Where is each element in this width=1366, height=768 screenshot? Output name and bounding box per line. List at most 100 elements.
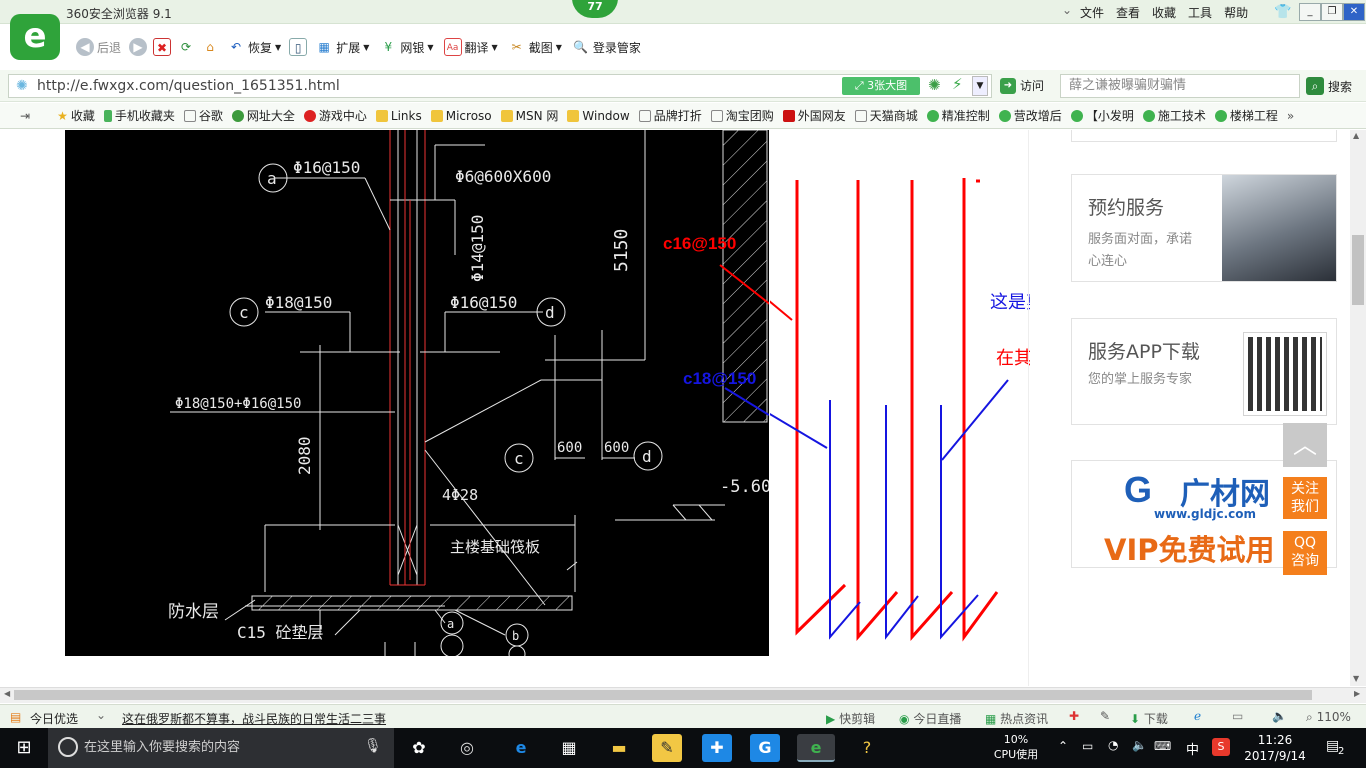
tray-chevron-icon[interactable]: ⌃ xyxy=(1058,739,1068,753)
clock[interactable]: 11:26 2017/9/14 xyxy=(1240,732,1310,764)
bookmark-item[interactable]: 【小发明 xyxy=(1070,107,1134,124)
sogou-icon[interactable]: S xyxy=(1212,738,1230,756)
home-icon[interactable]: ⌂ xyxy=(201,38,219,56)
bookmark-item[interactable]: 谷歌 xyxy=(183,107,223,124)
extend-button[interactable]: ▦ 扩展 ▼ xyxy=(313,35,371,59)
bookmark-item[interactable]: Links xyxy=(375,109,422,123)
cad-spec-c: Φ18@150 xyxy=(265,293,332,312)
news-button[interactable]: ▦ 热点资讯 xyxy=(985,710,1048,727)
address-dropdown-button[interactable]: ▼ xyxy=(972,76,988,96)
scroll-left-icon[interactable]: ◀ xyxy=(4,689,10,698)
app-help-icon[interactable]: ? xyxy=(852,734,882,762)
minimize-button[interactable]: _ xyxy=(1299,3,1321,21)
clip-button[interactable]: ▶ 快剪辑 xyxy=(826,710,875,727)
visit-button[interactable]: ➜ 访问 xyxy=(1000,77,1044,94)
app-g-icon[interactable]: G xyxy=(750,734,780,762)
app-store-icon[interactable]: ▦ xyxy=(554,734,584,762)
bookmark-item[interactable]: MSN 网 xyxy=(500,107,558,124)
taskbar-search-input[interactable]: 在这里输入你要搜索的内容 xyxy=(48,728,394,768)
app-card[interactable]: 服务APP下载 您的掌上服务专家 xyxy=(1071,318,1337,425)
app-360-browser-icon[interactable]: e xyxy=(797,734,835,762)
bookmark-item[interactable]: Microso xyxy=(430,109,492,123)
compat-icon[interactable]: ✺ xyxy=(928,76,941,94)
security-badge[interactable]: 77 xyxy=(572,0,618,18)
chevron-down-icon[interactable]: ⌄ xyxy=(96,708,106,722)
scroll-right-icon[interactable]: ▶ xyxy=(1354,689,1360,698)
web-page: a c d c d a b Φ16@150 Φ6@600X600 Φ14@150… xyxy=(0,130,1350,686)
today-pick-label[interactable]: 今日优选 xyxy=(30,710,78,727)
forward-icon[interactable]: ▶ xyxy=(129,38,148,56)
app-cortana-icon[interactable]: ✿ xyxy=(404,734,434,762)
bookmark-item[interactable]: 手机收藏夹 xyxy=(103,107,175,124)
back-to-top-button[interactable]: ︿ xyxy=(1283,423,1327,467)
live-button[interactable]: ◉ 今日直播 xyxy=(899,710,961,727)
translate-button[interactable]: Aa 翻译 ▼ xyxy=(442,35,500,59)
scroll-down-icon[interactable]: ▼ xyxy=(1353,674,1359,683)
shield-icon[interactable]: ✚ xyxy=(1069,709,1079,723)
headline-link[interactable]: 这在俄罗斯都不算事，战斗民族的日常生活二三事 xyxy=(122,710,386,727)
lightning-icon[interactable]: ⚡ xyxy=(952,75,963,93)
bookmark-item[interactable]: 施工技术 xyxy=(1142,107,1206,124)
bookmark-item[interactable]: 游戏中心 xyxy=(303,107,367,124)
battery-icon[interactable]: ▭ xyxy=(1082,739,1093,753)
menu-tools[interactable]: 工具 xyxy=(1188,4,1212,21)
app-edge-icon[interactable]: e xyxy=(506,734,536,762)
sidebar-toggle-icon[interactable]: ⇥ xyxy=(20,109,30,123)
phone-icon[interactable]: ▯ xyxy=(289,38,308,56)
qq-consult-button[interactable]: QQ咨询 xyxy=(1283,531,1327,575)
app-notes-icon[interactable]: ✎ xyxy=(652,734,682,762)
keyboard-icon[interactable]: ⌨ xyxy=(1154,739,1171,753)
chevron-down-icon[interactable]: ⌄ xyxy=(1062,3,1072,17)
big-pictures-button[interactable]: ⤢ 3张大图 xyxy=(842,77,920,95)
bookmark-item[interactable]: 淘宝团购 xyxy=(710,107,774,124)
app-explorer-icon[interactable]: ▬ xyxy=(604,734,634,762)
back-button[interactable]: ◀ 后退 xyxy=(74,35,123,59)
restore-button[interactable]: ↶ 恢复 ▼ xyxy=(225,35,283,59)
menu-file[interactable]: 文件 xyxy=(1080,4,1104,21)
app-vpn-icon[interactable]: ✚ xyxy=(702,734,732,762)
start-button[interactable]: ⊞ xyxy=(0,728,48,768)
volume-icon[interactable]: 🔈 xyxy=(1272,709,1287,723)
search-input[interactable]: 薛之谦被曝骗财骗情 xyxy=(1060,74,1300,98)
window-icon[interactable]: ▭ xyxy=(1232,709,1243,723)
bookmark-favorites[interactable]: ★ 收藏 xyxy=(57,107,95,124)
menu-favorites[interactable]: 收藏 xyxy=(1152,4,1176,21)
scroll-up-icon[interactable]: ▲ xyxy=(1353,131,1359,140)
follow-us-button[interactable]: 关注我们 xyxy=(1283,477,1327,519)
network-icon[interactable]: ◔ xyxy=(1108,738,1118,752)
ime-indicator[interactable]: 中 xyxy=(1186,739,1199,758)
zoom-button[interactable]: ⌕ 110% xyxy=(1306,710,1351,725)
pin-icon[interactable]: ✎ xyxy=(1100,709,1110,723)
bookmark-item[interactable]: 楼梯工程 xyxy=(1214,107,1278,124)
ie-icon[interactable]: ℯ xyxy=(1194,709,1201,723)
bookmark-item[interactable]: 品牌打折 xyxy=(638,107,702,124)
cpu-usage[interactable]: 10% CPU使用 xyxy=(990,732,1042,762)
bookmark-item[interactable]: 网址大全 xyxy=(231,107,295,124)
speaker-icon[interactable]: 🔈 xyxy=(1132,738,1147,752)
skin-icon[interactable]: 👕 xyxy=(1274,4,1291,20)
bank-button[interactable]: ¥ 网银 ▼ xyxy=(377,35,435,59)
bookmark-item[interactable]: 天猫商城 xyxy=(854,107,918,124)
vertical-scroll-thumb[interactable] xyxy=(1352,235,1364,305)
horizontal-scroll-thumb[interactable] xyxy=(14,690,1312,700)
bookmark-item[interactable]: 营改增后 xyxy=(998,107,1062,124)
menu-view[interactable]: 查看 xyxy=(1116,4,1140,21)
service-card[interactable]: 预约服务 服务面对面，承诺心连心 xyxy=(1071,174,1337,282)
bookmark-item[interactable]: 外国网友 xyxy=(782,107,846,124)
microphone-icon[interactable]: 🎙 xyxy=(364,738,382,754)
stop-icon[interactable]: ✖ xyxy=(153,38,172,56)
search-button[interactable]: ⌕ 搜索 xyxy=(1306,77,1352,95)
refresh-icon[interactable]: ⟳ xyxy=(177,38,195,56)
menu-help[interactable]: 帮助 xyxy=(1224,4,1248,21)
vertical-scrollbar[interactable] xyxy=(1350,130,1366,686)
more-bookmarks-icon[interactable]: » xyxy=(1287,109,1294,123)
download-button[interactable]: ⬇ 下载 xyxy=(1130,710,1168,727)
close-button[interactable]: ✕ xyxy=(1343,3,1365,21)
maximize-button[interactable]: ❐ xyxy=(1321,3,1343,21)
cad-four: 4Φ28 xyxy=(442,486,478,504)
bookmark-item[interactable]: Window xyxy=(567,109,630,123)
screenshot-button[interactable]: ✂ 截图 ▼ xyxy=(506,35,564,59)
login-manager-button[interactable]: 🔍 登录管家 xyxy=(570,35,643,59)
bookmark-item[interactable]: 精准控制 xyxy=(926,107,990,124)
app-swirl-icon[interactable]: ◎ xyxy=(452,734,482,762)
